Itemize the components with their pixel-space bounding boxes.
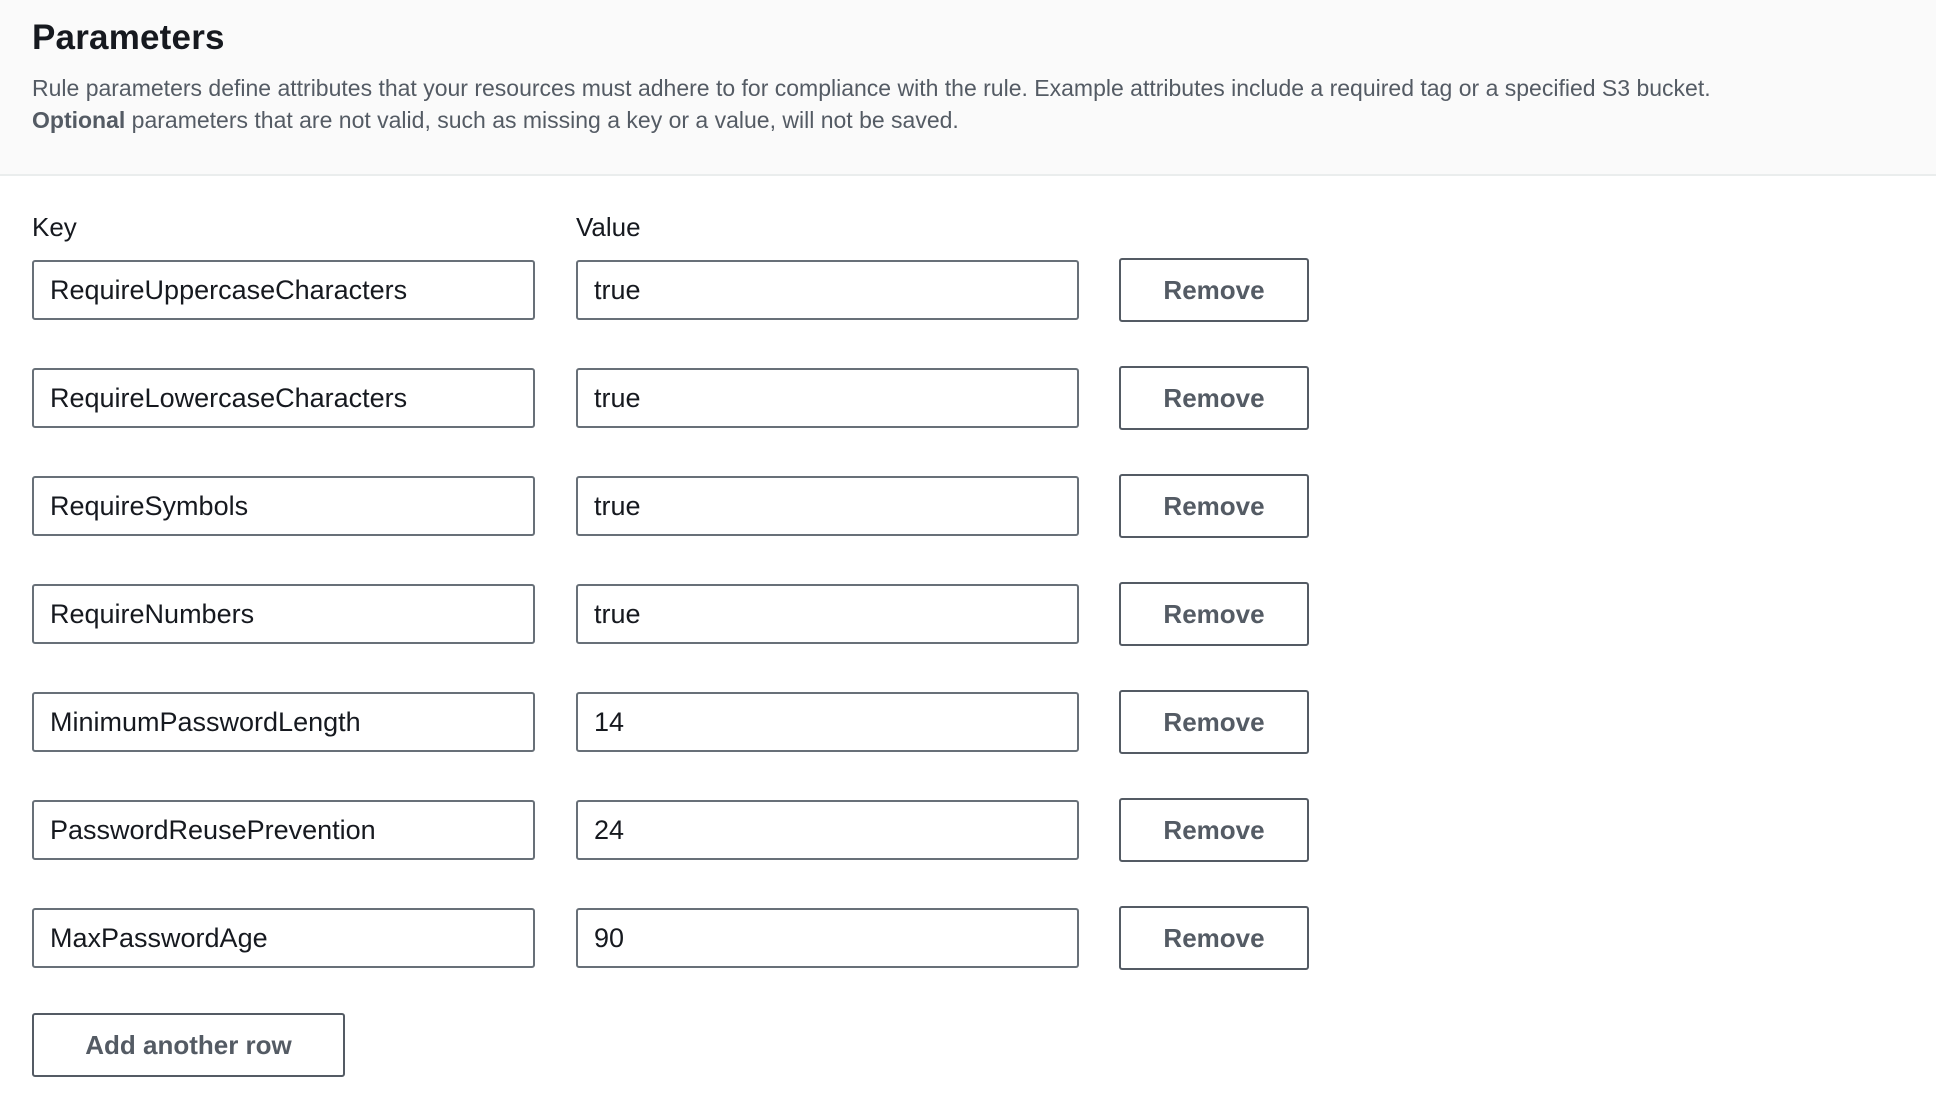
remove-button[interactable]: Remove (1119, 690, 1309, 754)
parameter-row: Remove (0, 582, 1936, 648)
parameter-row: Remove (0, 690, 1936, 756)
value-input[interactable] (576, 800, 1079, 860)
remove-button[interactable]: Remove (1119, 474, 1309, 538)
remove-button[interactable]: Remove (1119, 582, 1309, 646)
page-title: Parameters (32, 18, 225, 57)
key-input[interactable] (32, 584, 535, 644)
description-line-1: Rule parameters define attributes that y… (32, 75, 1711, 101)
description-line-2: parameters that are not valid, such as m… (125, 107, 959, 133)
parameter-row: Remove (0, 474, 1936, 540)
parameter-row: Remove (0, 798, 1936, 864)
value-input[interactable] (576, 476, 1079, 536)
key-input[interactable] (32, 260, 535, 320)
value-input[interactable] (576, 692, 1079, 752)
key-input[interactable] (32, 476, 535, 536)
remove-button[interactable]: Remove (1119, 366, 1309, 430)
add-another-row-button[interactable]: Add another row (32, 1013, 345, 1077)
remove-button[interactable]: Remove (1119, 798, 1309, 862)
value-input[interactable] (576, 908, 1079, 968)
key-column-label: Key (32, 212, 77, 242)
value-input[interactable] (576, 368, 1079, 428)
remove-button[interactable]: Remove (1119, 906, 1309, 970)
key-input[interactable] (32, 800, 535, 860)
value-input[interactable] (576, 584, 1079, 644)
value-column-label: Value (576, 212, 641, 242)
description-optional-label: Optional (32, 107, 126, 133)
value-input[interactable] (576, 260, 1079, 320)
key-input[interactable] (32, 692, 535, 752)
key-input[interactable] (32, 368, 535, 428)
parameter-row: Remove (0, 258, 1936, 324)
parameters-description: Rule parameters define attributes that y… (32, 72, 1912, 136)
parameter-row: Remove (0, 906, 1936, 972)
parameter-row: Remove (0, 366, 1936, 432)
parameters-header: Parameters Rule parameters define attrib… (0, 0, 1936, 176)
key-input[interactable] (32, 908, 535, 968)
remove-button[interactable]: Remove (1119, 258, 1309, 322)
